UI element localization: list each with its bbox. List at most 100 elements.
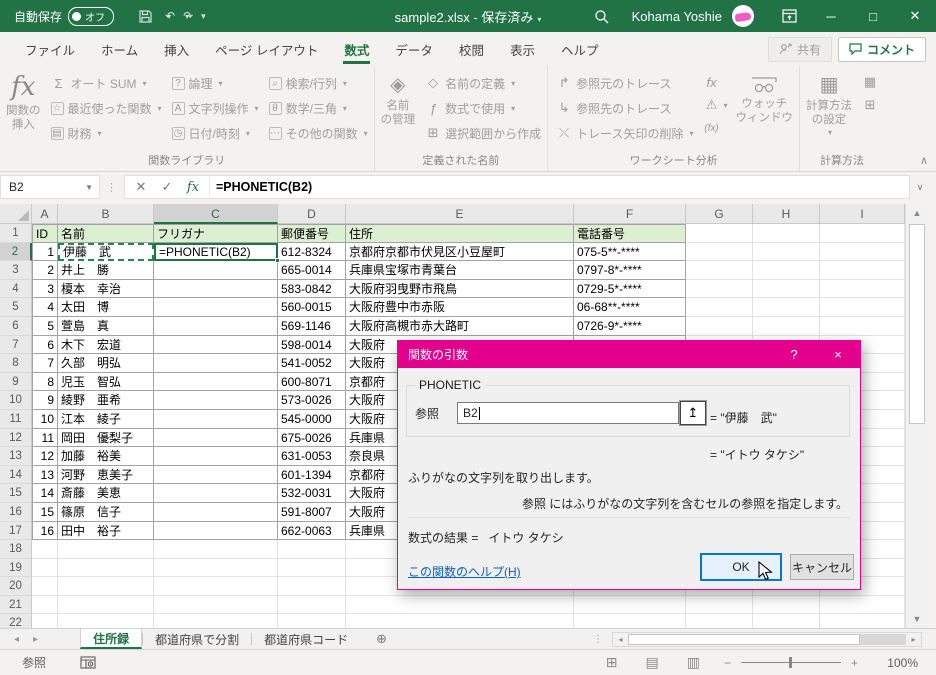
zoom-slider[interactable] bbox=[740, 657, 841, 668]
cell-I6[interactable] bbox=[820, 316, 905, 336]
calculate-now-button[interactable]: ▦ bbox=[862, 71, 878, 93]
cell-E1[interactable]: 住所 bbox=[346, 224, 574, 243]
cell-B4[interactable]: 榎本 幸治 bbox=[58, 279, 154, 299]
column-header-B[interactable]: B bbox=[58, 204, 154, 224]
cell-D19[interactable] bbox=[278, 558, 346, 578]
cell-D22[interactable] bbox=[278, 614, 346, 628]
cell-F4[interactable]: 0729-5*-**** bbox=[574, 279, 686, 299]
cell-E5[interactable]: 大阪府豊中市赤阪 bbox=[346, 298, 574, 317]
cell-D15[interactable]: 532-0031 bbox=[278, 484, 346, 503]
row-header-19[interactable]: 19 bbox=[0, 558, 32, 578]
cell-D10[interactable]: 573-0026 bbox=[278, 391, 346, 410]
collapse-dialog-icon[interactable]: ↥ bbox=[679, 400, 707, 426]
cell-D6[interactable]: 569-1146 bbox=[278, 316, 346, 336]
math-trig-button[interactable]: θ 数学/三角 ▾ bbox=[268, 96, 368, 120]
logical-button[interactable]: ? 論理 ▾ bbox=[171, 71, 259, 95]
scroll-left-icon[interactable]: ◂ bbox=[613, 633, 628, 646]
row-header-22[interactable]: 22 bbox=[0, 614, 32, 628]
row-header-15[interactable]: 15 bbox=[0, 484, 32, 503]
cell-D1[interactable]: 郵便番号 bbox=[278, 224, 346, 243]
row-header-1[interactable]: 1 bbox=[0, 224, 32, 243]
column-header-A[interactable]: A bbox=[32, 204, 58, 224]
cell-C22[interactable] bbox=[154, 614, 278, 628]
search-icon[interactable] bbox=[582, 0, 622, 32]
row-header-14[interactable]: 14 bbox=[0, 465, 32, 485]
macro-record-icon[interactable] bbox=[80, 656, 96, 669]
autosum-button[interactable]: Σ オート SUM ▾ bbox=[51, 71, 162, 95]
cancel-button[interactable]: キャンセル bbox=[790, 554, 854, 580]
cell-H22[interactable] bbox=[753, 614, 820, 628]
cell-D20[interactable] bbox=[278, 577, 346, 596]
cell-B2[interactable]: 伊藤 武 bbox=[58, 242, 154, 262]
cell-F1[interactable]: 電話番号 bbox=[574, 224, 686, 243]
cell-D16[interactable]: 591-8007 bbox=[278, 502, 346, 522]
cell-A22[interactable] bbox=[32, 614, 58, 628]
ribbon-tab-ページ レイアウト[interactable]: ページ レイアウト bbox=[202, 32, 331, 66]
page-break-view-icon[interactable]: ▥ bbox=[687, 654, 700, 671]
cell-D5[interactable]: 560-0015 bbox=[278, 298, 346, 317]
cell-B8[interactable]: 久部 明弘 bbox=[58, 354, 154, 373]
cell-A5[interactable]: 4 bbox=[32, 298, 58, 317]
cell-C16[interactable] bbox=[154, 502, 278, 522]
cell-A3[interactable]: 2 bbox=[32, 261, 58, 280]
cell-I2[interactable] bbox=[820, 242, 905, 262]
cell-C5[interactable] bbox=[154, 298, 278, 317]
cell-F5[interactable]: 06-68**-**** bbox=[574, 298, 686, 317]
ribbon-tab-ヘルプ[interactable]: ヘルプ bbox=[548, 32, 612, 66]
row-header-6[interactable]: 6 bbox=[0, 316, 32, 336]
cell-B1[interactable]: 名前 bbox=[58, 224, 154, 243]
cell-G2[interactable] bbox=[686, 242, 753, 262]
date-time-button[interactable]: ◷ 日付/時刻 ▾ bbox=[171, 121, 259, 145]
cell-C12[interactable] bbox=[154, 428, 278, 448]
cell-A16[interactable]: 15 bbox=[32, 502, 58, 522]
cell-A2[interactable]: 1 bbox=[32, 242, 58, 262]
cell-A13[interactable]: 12 bbox=[32, 447, 58, 466]
calculation-options-button[interactable]: ▦ 計算方法 の設定 ▾ bbox=[802, 68, 856, 138]
cell-C20[interactable] bbox=[154, 577, 278, 596]
show-formulas-button[interactable]: fx bbox=[704, 71, 728, 93]
cell-C10[interactable] bbox=[154, 391, 278, 410]
cell-A17[interactable]: 16 bbox=[32, 521, 58, 541]
dialog-close-button[interactable]: × bbox=[816, 347, 860, 362]
comments-button[interactable]: コメント bbox=[837, 36, 926, 62]
cell-A4[interactable]: 3 bbox=[32, 279, 58, 299]
cell-A12[interactable]: 11 bbox=[32, 428, 58, 448]
cell-B22[interactable] bbox=[58, 614, 154, 628]
column-header-D[interactable]: D bbox=[278, 204, 346, 224]
sheet-tab-都道府県で分割[interactable]: 都道府県で分割 bbox=[143, 629, 251, 649]
cell-D2[interactable]: 612-8324 bbox=[278, 242, 346, 262]
function-help-link[interactable]: この関数のヘルプ(H) bbox=[408, 563, 521, 580]
collapse-ribbon-icon[interactable]: ∧ bbox=[920, 154, 928, 167]
cell-A15[interactable]: 14 bbox=[32, 484, 58, 503]
cell-I22[interactable] bbox=[820, 614, 905, 628]
expand-formula-bar-icon[interactable]: ∨ bbox=[910, 182, 930, 193]
cell-D11[interactable]: 545-0000 bbox=[278, 409, 346, 429]
cell-D17[interactable]: 662-0063 bbox=[278, 521, 346, 541]
dialog-help-button[interactable]: ? bbox=[772, 347, 816, 362]
cell-I4[interactable] bbox=[820, 279, 905, 299]
cell-A9[interactable]: 8 bbox=[32, 372, 58, 392]
row-header-17[interactable]: 17 bbox=[0, 521, 32, 541]
cell-A6[interactable]: 5 bbox=[32, 316, 58, 336]
cell-E6[interactable]: 大阪府高槻市赤大路町 bbox=[346, 316, 574, 336]
qat-customize-icon[interactable]: ▾ bbox=[201, 11, 206, 22]
formula-bar-handle[interactable]: ⋮ bbox=[100, 181, 124, 194]
cell-D4[interactable]: 583-0842 bbox=[278, 279, 346, 299]
cell-C17[interactable] bbox=[154, 521, 278, 541]
dialog-title-bar[interactable]: 関数の引数 ? × bbox=[398, 341, 860, 368]
column-header-G[interactable]: G bbox=[686, 204, 753, 224]
cell-D14[interactable]: 601-1394 bbox=[278, 465, 346, 485]
cell-C18[interactable] bbox=[154, 540, 278, 559]
sheet-tab-都道府県コード[interactable]: 都道府県コード bbox=[252, 629, 360, 649]
create-from-selection-button[interactable]: ⊞ 選択範囲から作成 bbox=[425, 121, 541, 145]
close-button[interactable]: ✕ bbox=[894, 0, 936, 32]
cell-H2[interactable] bbox=[753, 242, 820, 262]
text-functions-button[interactable]: A 文字列操作 ▾ bbox=[171, 96, 259, 120]
normal-view-icon[interactable]: ⊞ bbox=[606, 654, 618, 671]
cell-A14[interactable]: 13 bbox=[32, 465, 58, 485]
cell-G22[interactable] bbox=[686, 614, 753, 628]
autosave-toggle[interactable]: 自動保存 オフ bbox=[14, 6, 115, 26]
horizontal-scrollbar[interactable]: ◂ ▸ bbox=[612, 631, 922, 647]
ribbon-tab-数式[interactable]: 数式 bbox=[331, 32, 382, 66]
cell-D7[interactable]: 598-0014 bbox=[278, 335, 346, 355]
